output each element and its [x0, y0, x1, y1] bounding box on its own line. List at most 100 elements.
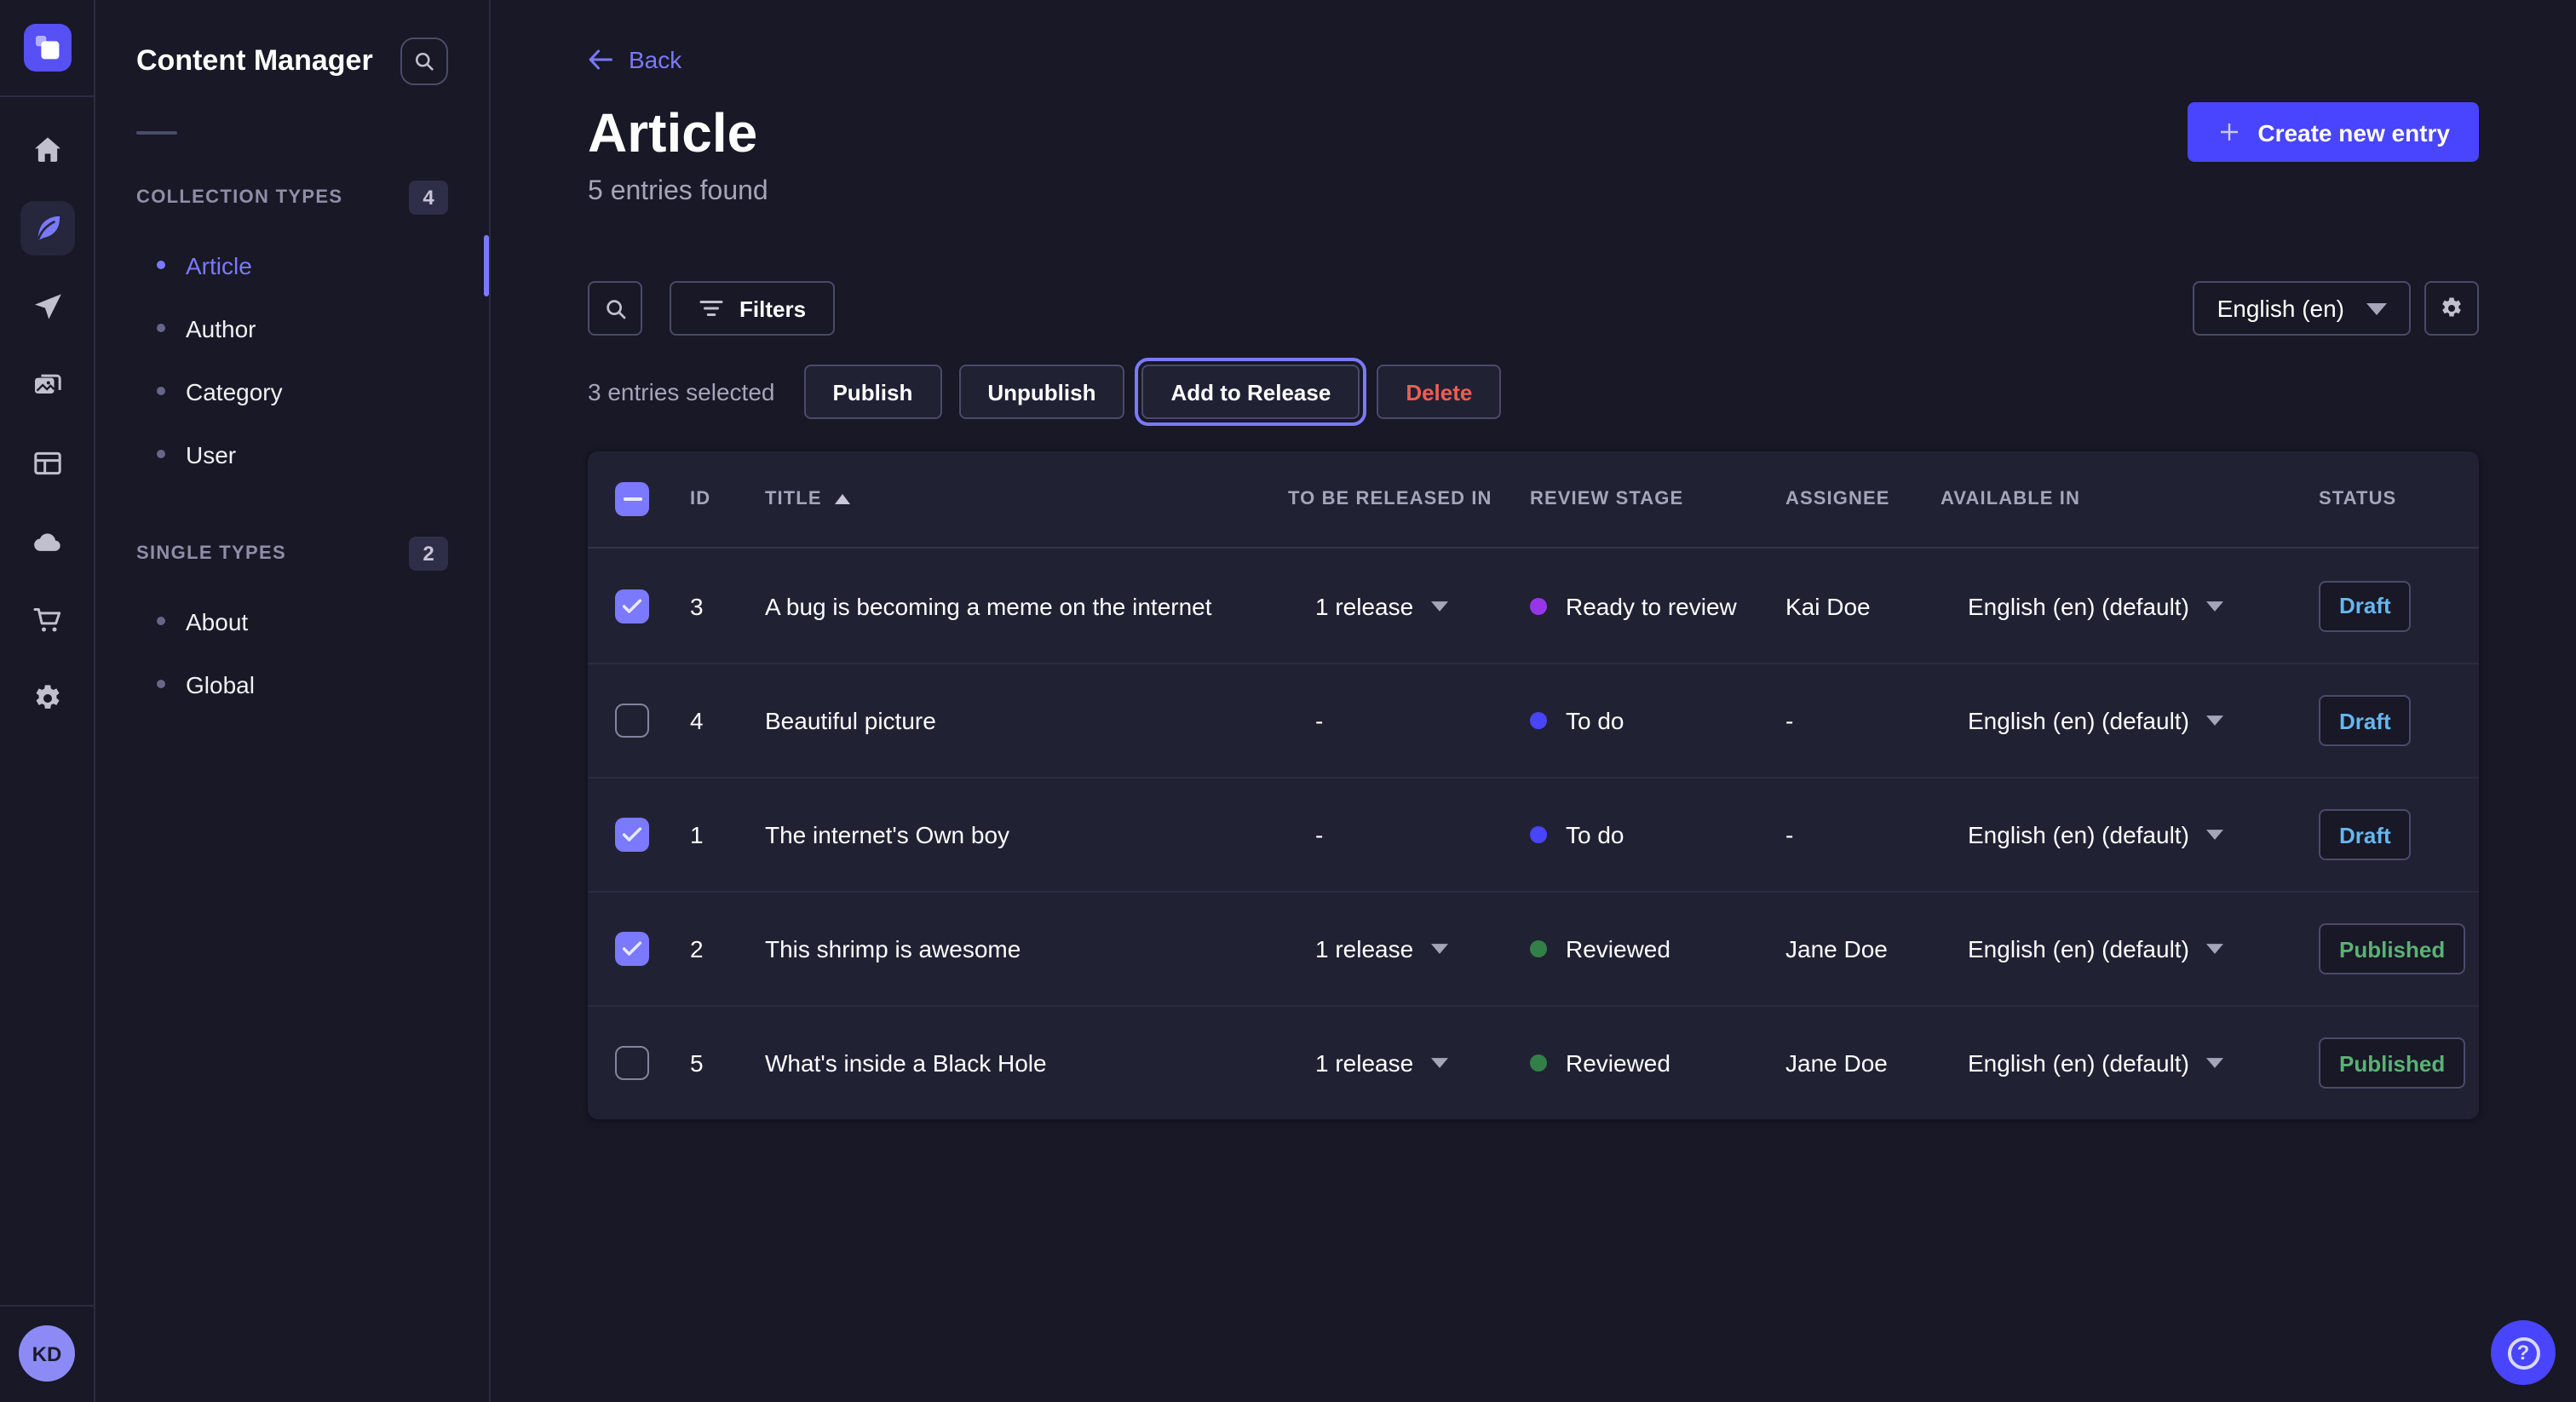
- section-count-badge: 2: [409, 537, 448, 571]
- entries-table: ID TITLE TO BE RELEASED IN REVIEW STAGE …: [588, 451, 2479, 1119]
- locale-dropdown[interactable]: English (en) (default): [1968, 1049, 2223, 1077]
- status-badge: Draft: [2319, 695, 2412, 746]
- back-arrow-icon: [588, 48, 613, 72]
- add-to-release-button[interactable]: Add to Release: [1141, 365, 1360, 419]
- cell-title: This shrimp is awesome: [765, 935, 1288, 962]
- plus-icon: [2217, 119, 2242, 145]
- sidebar-item-author[interactable]: Author: [136, 296, 448, 359]
- bullet-icon: [157, 324, 165, 332]
- cloud-icon[interactable]: [20, 514, 74, 569]
- cell-assignee: -: [1785, 707, 1941, 734]
- cell-assignee: Kai Doe: [1785, 592, 1941, 619]
- page-title: Article: [588, 102, 757, 164]
- locale-select[interactable]: English (en): [2194, 281, 2411, 336]
- status-badge: Draft: [2319, 580, 2412, 631]
- cell-review-stage: Ready to review: [1530, 592, 1785, 619]
- locale-dropdown[interactable]: English (en) (default): [1968, 592, 2223, 619]
- select-all-checkbox[interactable]: [615, 482, 649, 516]
- release-dropdown: -: [1315, 707, 1323, 734]
- cell-title: Beautiful picture: [765, 707, 1288, 734]
- table-row[interactable]: 2 This shrimp is awesome 1 release Revie…: [588, 891, 2479, 1005]
- row-checkbox[interactable]: [615, 818, 649, 852]
- table-row[interactable]: 4 Beautiful picture - To do - English (e…: [588, 663, 2479, 777]
- view-settings-button[interactable]: [2424, 281, 2479, 336]
- table-row[interactable]: 3 A bug is becoming a meme on the intern…: [588, 549, 2479, 663]
- sidebar-item-article[interactable]: Article: [136, 233, 448, 296]
- app-window: KD Content Manager COLLECTION TYPES 4 Ar…: [0, 0, 2576, 1402]
- column-header-title[interactable]: TITLE: [765, 489, 1288, 509]
- strapi-logo-icon[interactable]: [23, 24, 71, 72]
- locale-dropdown[interactable]: English (en) (default): [1968, 935, 2223, 962]
- help-button[interactable]: ?: [2491, 1320, 2556, 1385]
- column-header-review-stage: REVIEW STAGE: [1530, 489, 1785, 509]
- bullet-icon: [157, 680, 165, 688]
- column-header-assignee: ASSIGNEE: [1785, 489, 1941, 509]
- review-stage-dot: [1530, 597, 1547, 614]
- back-link[interactable]: Back: [588, 46, 681, 73]
- section-label: COLLECTION TYPES: [136, 187, 342, 208]
- status-badge: Published: [2319, 1037, 2465, 1089]
- sidebar-sections: COLLECTION TYPES 4 Article Author Category…: [136, 177, 448, 715]
- sidebar-search-button[interactable]: [400, 37, 448, 85]
- release-dropdown[interactable]: 1 release: [1315, 1049, 1447, 1077]
- caret-down-icon: [2206, 830, 2223, 840]
- cell-id: 4: [690, 707, 765, 734]
- content-manager-sidebar: Content Manager COLLECTION TYPES 4 Artic…: [95, 0, 491, 1402]
- status-badge: Published: [2319, 923, 2465, 974]
- cell-id: 3: [690, 592, 765, 619]
- cell-id: 1: [690, 821, 765, 848]
- sidebar-item-user[interactable]: User: [136, 422, 448, 486]
- review-stage-dot: [1530, 712, 1547, 729]
- caret-down-icon: [1430, 944, 1447, 954]
- cell-assignee: -: [1785, 821, 1941, 848]
- release-dropdown[interactable]: 1 release: [1315, 592, 1447, 619]
- sidebar-item-label: User: [186, 440, 236, 468]
- content-manager-icon[interactable]: [20, 201, 74, 256]
- caret-down-icon: [2206, 715, 2223, 726]
- main-nav-rail: KD: [0, 0, 95, 1402]
- caret-down-icon: [2206, 944, 2223, 954]
- question-mark-icon: ?: [2507, 1336, 2539, 1369]
- release-dropdown[interactable]: 1 release: [1315, 935, 1447, 962]
- review-stage-dot: [1530, 1054, 1547, 1072]
- sidebar-item-about[interactable]: About: [136, 589, 448, 652]
- sidebar-item-global[interactable]: Global: [136, 652, 448, 715]
- locale-dropdown[interactable]: English (en) (default): [1968, 821, 2223, 848]
- row-checkbox[interactable]: [615, 932, 649, 966]
- marketplace-icon[interactable]: [20, 593, 74, 647]
- table-row[interactable]: 1 The internet's Own boy - To do - Engli…: [588, 777, 2479, 891]
- sidebar-divider: [136, 131, 177, 135]
- releases-icon[interactable]: [20, 279, 74, 334]
- entries-count: 5 entries found: [588, 177, 2479, 208]
- sidebar-header: Content Manager: [136, 37, 448, 85]
- row-checkbox[interactable]: [615, 1046, 649, 1080]
- bullet-icon: [157, 617, 165, 625]
- section-count-badge: 4: [409, 181, 448, 215]
- rail-footer: KD: [0, 1305, 94, 1402]
- home-icon[interactable]: [20, 123, 74, 177]
- table-row[interactable]: 5 What's inside a Black Hole 1 release R…: [588, 1005, 2479, 1119]
- cell-assignee: Jane Doe: [1785, 1049, 1941, 1077]
- cell-review-stage: To do: [1530, 821, 1785, 848]
- row-checkbox[interactable]: [615, 589, 649, 623]
- delete-button[interactable]: Delete: [1377, 365, 1501, 419]
- content-type-builder-icon[interactable]: [20, 436, 74, 491]
- row-checkbox[interactable]: [615, 704, 649, 738]
- sidebar-item-category[interactable]: Category: [136, 359, 448, 422]
- column-header-to-be-released-in: TO BE RELEASED IN: [1288, 489, 1530, 509]
- filters-button[interactable]: Filters: [670, 281, 835, 336]
- bullet-icon: [157, 450, 165, 458]
- locale-dropdown[interactable]: English (en) (default): [1968, 707, 2223, 734]
- settings-icon[interactable]: [20, 671, 74, 726]
- release-dropdown: -: [1315, 821, 1323, 848]
- publish-button[interactable]: Publish: [803, 365, 941, 419]
- cell-review-stage: To do: [1530, 707, 1785, 734]
- media-library-icon[interactable]: [20, 358, 74, 412]
- create-new-entry-button[interactable]: Create new entry: [2188, 102, 2479, 162]
- table-search-button[interactable]: [588, 281, 642, 336]
- user-avatar[interactable]: KD: [19, 1325, 75, 1382]
- unpublish-button[interactable]: Unpublish: [958, 365, 1124, 419]
- sidebar-item-label: Category: [186, 377, 283, 405]
- sidebar-item-label: Author: [186, 314, 256, 342]
- review-stage-label: To do: [1566, 707, 1624, 734]
